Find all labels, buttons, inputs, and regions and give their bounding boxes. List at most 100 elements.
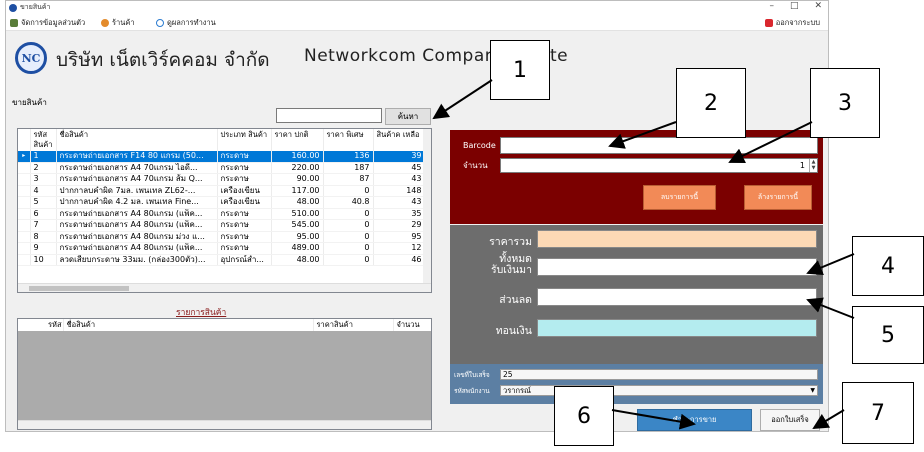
close-window-button[interactable]: ✕ bbox=[814, 1, 822, 11]
product-cell[interactable]: อุปกรณ์สำ... bbox=[217, 254, 272, 266]
product-cell[interactable]: กระดาษถ่ายเอกสาร F14 80 แกรม (50... bbox=[56, 151, 218, 163]
product-cell[interactable]: 2 bbox=[30, 162, 57, 174]
product-row[interactable]: 5 ปากกาลบคำผิด 4.2 มล. เพนเทล Fine... เครื… bbox=[18, 196, 426, 209]
col-product-code[interactable]: รหัส สินค้า bbox=[30, 129, 57, 151]
products-vertical-scrollbar[interactable] bbox=[423, 129, 431, 292]
product-cell[interactable]: 40.8 bbox=[323, 196, 374, 209]
products-horizontal-scrollbar[interactable] bbox=[18, 283, 431, 292]
product-cell[interactable]: 43 bbox=[373, 196, 426, 209]
product-cell[interactable]: กระดาษ bbox=[217, 162, 272, 174]
product-cell[interactable]: 0 bbox=[323, 231, 374, 243]
product-cell[interactable]: 6 bbox=[30, 208, 57, 220]
product-cell[interactable]: กระดาษถ่ายเอกสาร A4 70แกรม ไอดี... bbox=[56, 162, 218, 174]
product-cell[interactable]: 48.00 bbox=[271, 254, 324, 266]
product-cell[interactable]: 8 bbox=[30, 231, 57, 243]
product-row[interactable]: 6 กระดาษถ่ายเอกสาร A4 80แกรม (แพ็ค... กระด… bbox=[18, 208, 426, 220]
row-header[interactable] bbox=[18, 196, 31, 209]
product-cell[interactable]: 87 bbox=[323, 173, 374, 186]
product-row[interactable]: 4 ปากกาลบคำผิด 7มล. เพนเทล ZL62-... เครื่อ… bbox=[18, 185, 426, 197]
product-cell[interactable]: 10 bbox=[30, 254, 57, 266]
complete-sale-button[interactable]: ชำระการขาย bbox=[637, 409, 752, 431]
product-cell[interactable]: 48.00 bbox=[271, 196, 324, 209]
chevron-down-icon[interactable]: ▼ bbox=[810, 386, 815, 395]
products-grid[interactable]: รหัส สินค้า ชื่อสินค้า ประเภท สินค้า ราค… bbox=[17, 128, 432, 293]
product-cell[interactable]: กระดาษ bbox=[217, 173, 272, 186]
row-header[interactable] bbox=[18, 185, 31, 197]
product-cell[interactable]: 0 bbox=[323, 185, 374, 197]
row-header[interactable] bbox=[18, 231, 31, 243]
product-cell[interactable]: กระดาษ bbox=[217, 242, 272, 255]
product-cell[interactable]: กระดาษ bbox=[217, 219, 272, 232]
product-cell[interactable]: กระดาษถ่ายเอกสาร A4 80แกรม (แพ็ค... bbox=[56, 208, 218, 220]
product-cell[interactable]: 4 bbox=[30, 185, 57, 197]
menu-store[interactable]: ร้านค้า bbox=[101, 17, 135, 29]
product-cell[interactable]: 35 bbox=[373, 208, 426, 220]
product-cell[interactable]: 0 bbox=[323, 242, 374, 255]
search-button[interactable]: ค้นหา bbox=[385, 108, 431, 125]
product-cell[interactable]: 187 bbox=[323, 162, 374, 174]
product-cell[interactable]: กระดาษถ่ายเอกสาร A4 70แกรม ส้ม Q... bbox=[56, 173, 218, 186]
product-cell[interactable]: 117.00 bbox=[271, 185, 324, 197]
product-row[interactable]: 10 ลวดเสียบกระดาษ 33มม. (กล่อง300ตัว)... อ… bbox=[18, 254, 426, 266]
product-cell[interactable]: 3 bbox=[30, 173, 57, 186]
scroll-thumb[interactable] bbox=[29, 286, 129, 291]
quantity-stepper[interactable]: 1 ▲ ▼ bbox=[500, 158, 818, 173]
row-header[interactable] bbox=[18, 173, 31, 186]
product-cell[interactable]: 9 bbox=[30, 242, 57, 255]
product-cell[interactable]: 46 bbox=[373, 254, 426, 266]
product-cell[interactable]: ลวดเสียบกระดาษ 33มม. (กล่อง300ตัว)... bbox=[56, 254, 218, 266]
product-cell[interactable]: 136 bbox=[323, 151, 374, 163]
row-header[interactable] bbox=[18, 254, 31, 266]
product-cell[interactable]: 0 bbox=[323, 254, 374, 266]
product-cell[interactable]: ปากกาลบคำผิด 4.2 มล. เพนเทล Fine... bbox=[56, 196, 218, 209]
product-row[interactable]: 7 กระดาษถ่ายเอกสาร A4 80แกรม (แพ็ค... กระด… bbox=[18, 219, 426, 232]
row-header[interactable] bbox=[18, 242, 31, 255]
col-product-type[interactable]: ประเภท สินค้า bbox=[217, 129, 272, 151]
spin-arrows-icon[interactable]: ▲ ▼ bbox=[809, 159, 817, 172]
product-cell[interactable]: 148 bbox=[373, 185, 426, 197]
delete-item-button[interactable]: ลบรายการนี้ bbox=[643, 185, 716, 210]
product-cell[interactable]: 39 bbox=[373, 151, 426, 163]
product-cell[interactable]: 160.00 bbox=[271, 151, 324, 163]
cart-col-qty[interactable]: จำนวน bbox=[393, 319, 431, 331]
product-row[interactable]: ▸ 1 กระดาษถ่ายเอกสาร F14 80 แกรม (50... กระ… bbox=[18, 151, 426, 163]
search-input[interactable] bbox=[276, 108, 382, 123]
product-cell[interactable]: 489.00 bbox=[271, 242, 324, 255]
product-cell[interactable]: กระดาษถ่ายเอกสาร A4 80แกรม ม่วง แ... bbox=[56, 231, 218, 243]
product-cell[interactable]: 1 bbox=[30, 151, 57, 163]
minimize-button[interactable]: – bbox=[769, 1, 774, 11]
product-cell[interactable]: 90.00 bbox=[271, 173, 324, 186]
product-cell[interactable]: 43 bbox=[373, 173, 426, 186]
maximize-button[interactable]: □ bbox=[790, 1, 799, 11]
clear-items-button[interactable]: ล้างรายการนี้ bbox=[744, 185, 812, 210]
product-cell[interactable]: กระดาษ bbox=[217, 231, 272, 243]
cart-col-name[interactable]: ชื่อสินค้า bbox=[63, 319, 314, 331]
menu-performance[interactable]: ดูผลการทำงาน bbox=[156, 17, 216, 29]
product-row[interactable]: 8 กระดาษถ่ายเอกสาร A4 80แกรม ม่วง แ... กระ… bbox=[18, 231, 426, 243]
product-row[interactable]: 3 กระดาษถ่ายเอกสาร A4 70แกรม ส้ม Q... กระด… bbox=[18, 173, 426, 186]
col-special-price[interactable]: ราคา พิเศษ bbox=[323, 129, 374, 151]
current-row-indicator-icon[interactable]: ▸ bbox=[18, 151, 31, 163]
product-row[interactable]: 9 กระดาษถ่ายเอกสาร A4 80แกรม (แพ็ค... กระด… bbox=[18, 242, 426, 255]
barcode-input[interactable] bbox=[500, 137, 818, 154]
product-cell[interactable]: 29 bbox=[373, 219, 426, 232]
col-product-name[interactable]: ชื่อสินค้า bbox=[56, 129, 218, 151]
product-cell[interactable]: 220.00 bbox=[271, 162, 324, 174]
product-cell[interactable]: 95.00 bbox=[271, 231, 324, 243]
product-cell[interactable]: 12 bbox=[373, 242, 426, 255]
product-cell[interactable]: 5 bbox=[30, 196, 57, 209]
row-header[interactable] bbox=[18, 208, 31, 220]
col-normal-price[interactable]: ราคา ปกติ bbox=[271, 129, 324, 151]
product-cell[interactable]: กระดาษ bbox=[217, 208, 272, 220]
product-cell[interactable]: 510.00 bbox=[271, 208, 324, 220]
product-cell[interactable]: กระดาษ bbox=[217, 151, 272, 163]
received-amount-input[interactable] bbox=[537, 258, 817, 276]
product-cell[interactable]: กระดาษถ่ายเอกสาร A4 80แกรม (แพ็ค... bbox=[56, 242, 218, 255]
product-cell[interactable]: ปากกาลบคำผิด 7มล. เพนเทล ZL62-... bbox=[56, 185, 218, 197]
col-stock[interactable]: สินค้าค เหลือ bbox=[373, 129, 426, 151]
cart-col-code[interactable]: รหัส bbox=[18, 319, 64, 331]
row-header[interactable] bbox=[18, 219, 31, 232]
cart-col-price[interactable]: ราคาสินค้า bbox=[313, 319, 394, 331]
product-cell[interactable]: เครื่องเขียน bbox=[217, 196, 272, 209]
print-receipt-button[interactable]: ออกใบเสร็จ bbox=[760, 409, 820, 431]
